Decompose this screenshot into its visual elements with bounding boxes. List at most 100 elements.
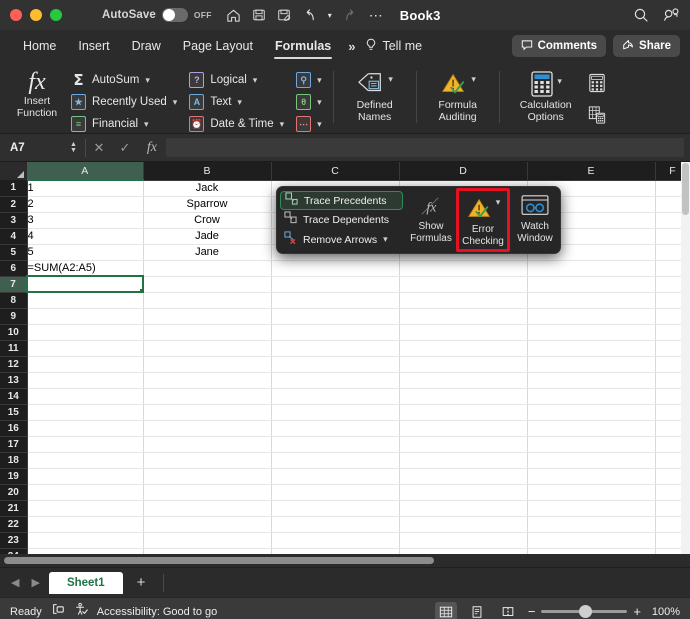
row-header-7[interactable]: 7: [0, 276, 27, 292]
vertical-scroll-thumb[interactable]: [682, 163, 689, 215]
cell-D19[interactable]: [399, 468, 527, 484]
cell-C22[interactable]: [271, 516, 399, 532]
column-header-C[interactable]: C: [271, 162, 399, 180]
cell-E11[interactable]: [527, 340, 655, 356]
cell-E8[interactable]: [527, 292, 655, 308]
cell-A2[interactable]: 2: [27, 196, 143, 212]
row-header-12[interactable]: 12: [0, 356, 27, 372]
cell-A20[interactable]: [27, 484, 143, 500]
horizontal-scrollbar[interactable]: [0, 554, 690, 567]
watch-window-button[interactable]: Watch Window: [510, 188, 560, 244]
zoom-knob[interactable]: [579, 605, 592, 618]
math-trig-button[interactable]: θ ▾: [293, 92, 325, 112]
tab-page-layout[interactable]: Page Layout: [172, 30, 264, 62]
cell-D20[interactable]: [399, 484, 527, 500]
next-sheet-icon[interactable]: ▶: [28, 576, 42, 589]
vertical-scrollbar[interactable]: [681, 162, 690, 554]
cell-D9[interactable]: [399, 308, 527, 324]
cell-B11[interactable]: [143, 340, 271, 356]
row-header-10[interactable]: 10: [0, 324, 27, 340]
cell-C18[interactable]: [271, 452, 399, 468]
cell-selected-A7[interactable]: [27, 276, 143, 292]
cell-D6[interactable]: [399, 260, 527, 276]
cell-E16[interactable]: [527, 420, 655, 436]
cell-D10[interactable]: [399, 324, 527, 340]
cell-E21[interactable]: [527, 500, 655, 516]
column-header-A[interactable]: A: [27, 162, 143, 180]
undo-chevron-icon[interactable]: ▾: [328, 11, 332, 20]
more-functions-button[interactable]: ⋯ ▾: [293, 114, 325, 134]
cell-D7[interactable]: [399, 276, 527, 292]
column-header-D[interactable]: D: [399, 162, 527, 180]
zoom-in-button[interactable]: +: [633, 604, 641, 619]
page-break-view-icon[interactable]: [497, 602, 519, 619]
cell-B21[interactable]: [143, 500, 271, 516]
cancel-icon[interactable]: ✕: [86, 140, 112, 156]
cell-C9[interactable]: [271, 308, 399, 324]
cell-B2[interactable]: Sparrow: [143, 196, 271, 212]
fx-icon[interactable]: fx: [138, 140, 166, 156]
cell-D21[interactable]: [399, 500, 527, 516]
add-sheet-button[interactable]: +: [129, 574, 154, 591]
tab-insert[interactable]: Insert: [67, 30, 120, 62]
cell-D13[interactable]: [399, 372, 527, 388]
logical-button[interactable]: ? Logical ▾: [186, 70, 287, 90]
cell-B16[interactable]: [143, 420, 271, 436]
cell-A12[interactable]: [27, 356, 143, 372]
cell-E23[interactable]: [527, 532, 655, 548]
cell-A16[interactable]: [27, 420, 143, 436]
cell-B1[interactable]: Jack: [143, 180, 271, 196]
row-header-2[interactable]: 2: [0, 196, 27, 212]
name-box-spinner[interactable]: ▲▼: [70, 142, 85, 154]
chevron-down-icon[interactable]: ▾: [557, 77, 562, 86]
row-header-8[interactable]: 8: [0, 292, 27, 308]
row-header-20[interactable]: 20: [0, 484, 27, 500]
name-box[interactable]: A7: [4, 138, 70, 158]
cell-D17[interactable]: [399, 436, 527, 452]
more-icon[interactable]: ⋯: [369, 10, 384, 20]
cell-A10[interactable]: [27, 324, 143, 340]
autosave-toggle[interactable]: AutoSave OFF: [102, 8, 212, 22]
cell-B7[interactable]: [143, 276, 271, 292]
cell-C14[interactable]: [271, 388, 399, 404]
row-header-22[interactable]: 22: [0, 516, 27, 532]
lookup-reference-button[interactable]: ⚲ ▾: [293, 70, 325, 90]
error-checking-button[interactable]: ▾ Error Checking: [456, 188, 510, 252]
calculation-options-button[interactable]: ▾ Calculation Options: [508, 65, 584, 123]
cell-D18[interactable]: [399, 452, 527, 468]
cell-A18[interactable]: [27, 452, 143, 468]
column-header-B[interactable]: B: [143, 162, 271, 180]
cell-A8[interactable]: [27, 292, 143, 308]
menu-item-remove-arrows[interactable]: Remove Arrows ▾: [280, 231, 403, 250]
search-icon[interactable]: [633, 7, 649, 23]
chevron-down-icon[interactable]: ▾: [145, 76, 150, 85]
chevron-down-icon[interactable]: ▾: [317, 76, 322, 85]
cell-E7[interactable]: [527, 276, 655, 292]
row-header-15[interactable]: 15: [0, 404, 27, 420]
horizontal-scroll-thumb[interactable]: [4, 557, 434, 564]
cell-B10[interactable]: [143, 324, 271, 340]
sheet-tab-sheet1[interactable]: Sheet1: [49, 572, 123, 594]
cell-A1[interactable]: 1: [27, 180, 143, 196]
cell-D23[interactable]: [399, 532, 527, 548]
cell-D15[interactable]: [399, 404, 527, 420]
date-time-button[interactable]: ⏰ Date & Time ▾: [186, 114, 287, 134]
cell-E22[interactable]: [527, 516, 655, 532]
cell-A21[interactable]: [27, 500, 143, 516]
chevron-down-icon[interactable]: ▾: [253, 76, 258, 85]
row-header-17[interactable]: 17: [0, 436, 27, 452]
cell-E13[interactable]: [527, 372, 655, 388]
calculate-sheet-icon[interactable]: [588, 105, 606, 130]
recently-used-button[interactable]: ★ Recently Used ▾: [68, 92, 180, 112]
cell-C7[interactable]: [271, 276, 399, 292]
cell-C23[interactable]: [271, 532, 399, 548]
cell-A3[interactable]: 3: [27, 212, 143, 228]
autosum-button[interactable]: Σ AutoSum ▾: [68, 70, 180, 90]
prev-sheet-icon[interactable]: ◀: [8, 576, 22, 589]
cell-B15[interactable]: [143, 404, 271, 420]
cell-E14[interactable]: [527, 388, 655, 404]
cell-B12[interactable]: [143, 356, 271, 372]
normal-view-icon[interactable]: [435, 602, 457, 619]
home-icon[interactable]: [226, 8, 241, 23]
formula-auditing-button[interactable]: ▾ Formula Auditing: [425, 65, 491, 123]
